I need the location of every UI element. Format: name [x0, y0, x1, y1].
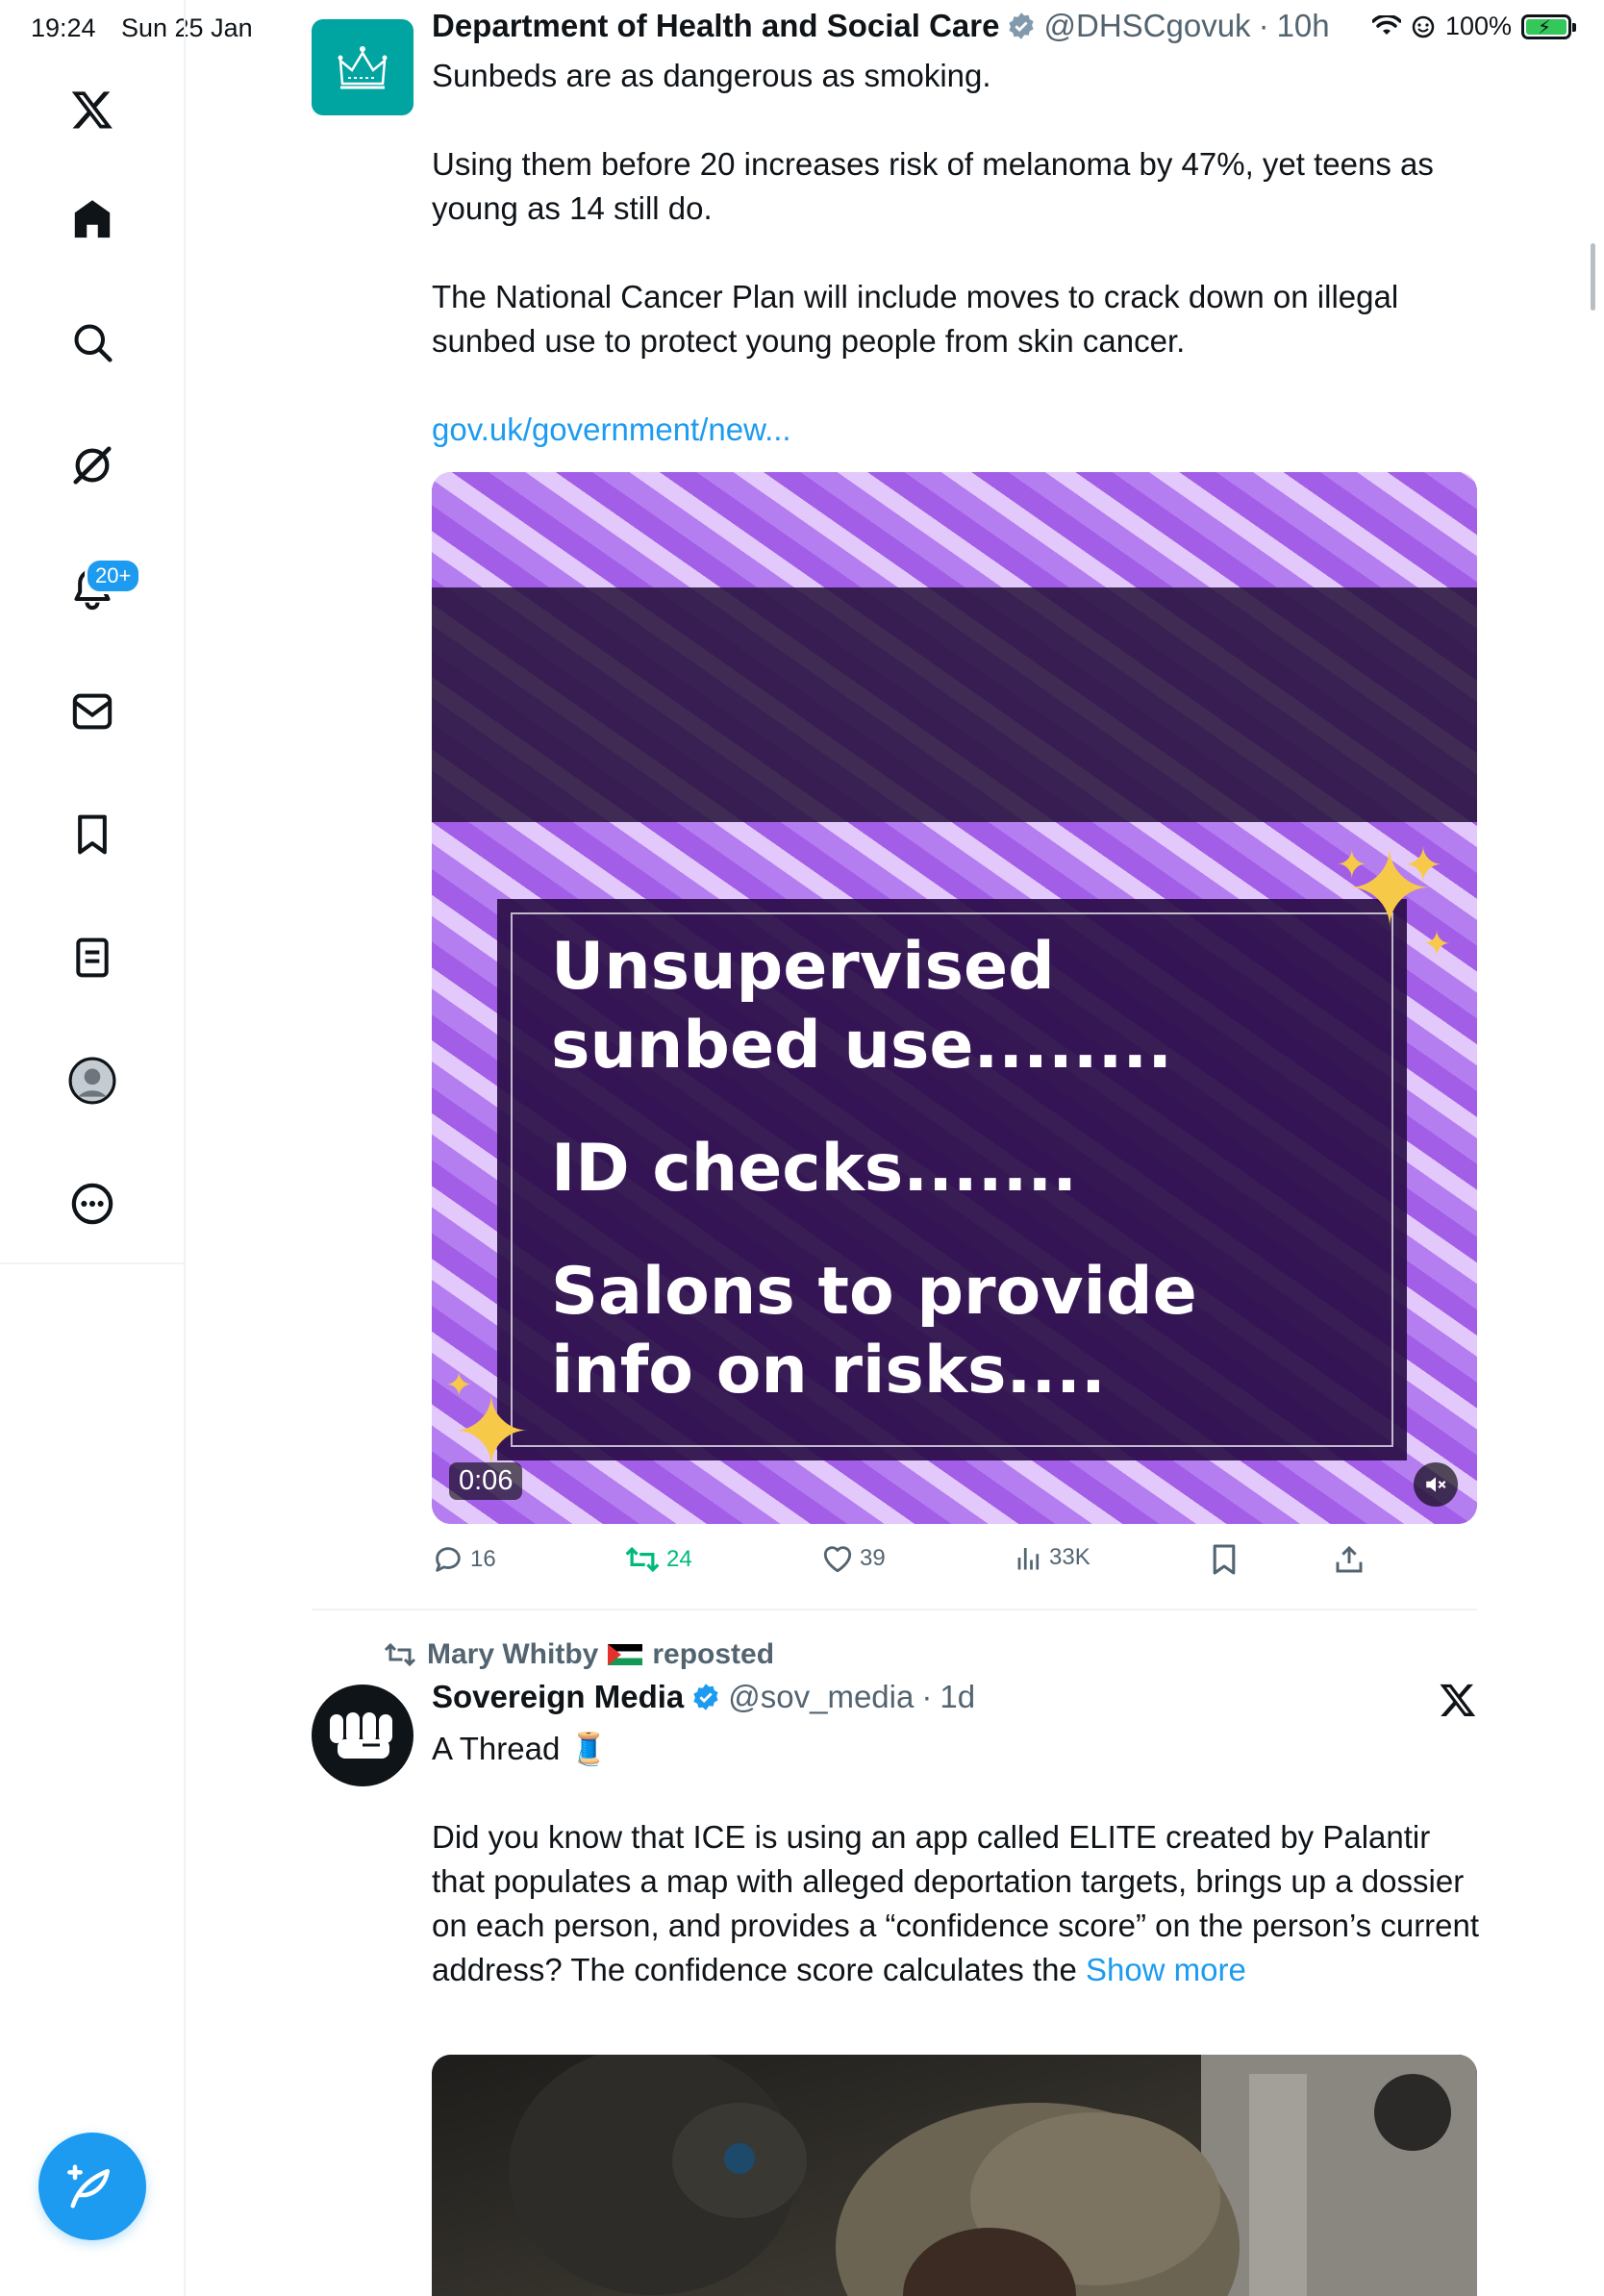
like-count: 39 [860, 1545, 886, 1571]
tweet-text-paragraph: The National Cancer Plan will include mo… [432, 279, 1399, 359]
status-icons: 100% ⚡ [1371, 12, 1576, 41]
tweet-text-paragraph: Did you know that ICE is using an app ca… [432, 1815, 1480, 1992]
crown-logo-icon [338, 46, 388, 89]
verified-badge-icon [693, 1684, 718, 1710]
focus-icon [1412, 15, 1435, 37]
more-icon[interactable] [63, 1175, 121, 1233]
video-caption-line: info on risks.... [551, 1333, 1106, 1409]
share-icon [1336, 1545, 1363, 1573]
profile-icon[interactable] [63, 1052, 121, 1110]
tweet-image[interactable] [432, 2055, 1477, 2296]
sparkle-icon: ✦ [1403, 838, 1443, 892]
bookmark-button[interactable] [1211, 1543, 1238, 1576]
battery-icon: ⚡ [1521, 13, 1576, 39]
muted-speaker-icon [1426, 1477, 1446, 1492]
reply-button[interactable]: 16 [432, 1543, 496, 1576]
palestine-flag-icon [608, 1644, 643, 1665]
tweet-divider [312, 1609, 1477, 1610]
x-logo-icon[interactable] [63, 81, 121, 138]
separator-dot: · [1258, 8, 1269, 43]
heart-icon [823, 1546, 852, 1573]
home-icon[interactable] [63, 190, 121, 248]
timestamp[interactable]: 1d [940, 1679, 975, 1715]
gov-verified-badge-icon [1009, 12, 1035, 39]
notifications-badge: 20+ [85, 558, 142, 594]
tweet-text-line: A Thread 🧵 [432, 1731, 609, 1766]
dhsc-avatar[interactable] [312, 19, 414, 115]
view-count: 33K [1049, 1544, 1090, 1570]
repost-label: reposted [652, 1638, 775, 1670]
reposter-name[interactable]: Mary Whitby [427, 1638, 598, 1671]
sparkle-icon: ✦ [1336, 844, 1368, 886]
grok-x-icon[interactable] [1439, 1681, 1477, 1719]
repost-button[interactable]: 24 [624, 1543, 692, 1576]
show-more-link[interactable]: Show more [1086, 1952, 1246, 1987]
video-caption-line: ID checks....... [551, 1131, 1078, 1207]
messages-icon[interactable] [63, 683, 121, 740]
grok-icon[interactable] [63, 437, 121, 494]
sidebar: 20+ [0, 0, 186, 2296]
charging-bolt-icon: ⚡ [1538, 16, 1552, 38]
bookmark-icon [1213, 1544, 1236, 1575]
like-button[interactable]: 39 [821, 1543, 886, 1574]
sovereign-avatar[interactable] [312, 1685, 414, 1786]
display-name[interactable]: Sovereign Media [432, 1679, 684, 1715]
display-name[interactable]: Department of Health and Social Care [432, 8, 999, 44]
tweet-header: Sovereign Media @sov_media · 1d [432, 1679, 975, 1715]
soldiers-photo [432, 2055, 1477, 2296]
compose-button[interactable] [38, 2133, 146, 2240]
repost-indicator: Mary Whitby reposted [383, 1638, 774, 1671]
tweet-text-line: Sunbeds are as dangerous as smoking. [432, 58, 991, 93]
repost-count: 24 [666, 1546, 692, 1572]
sidebar-divider [0, 1262, 186, 1264]
scrollbar[interactable] [1591, 243, 1595, 311]
handle[interactable]: @DHSCgovuk [1043, 8, 1250, 44]
views-icon [1017, 1548, 1040, 1570]
bookmarks-icon[interactable] [63, 806, 121, 863]
video-caption-line: Salons to provide [551, 1254, 1197, 1330]
video-caption-line: sunbed use........ [551, 1008, 1173, 1084]
tweet-video[interactable]: Unsupervised sunbed use........ ID check… [432, 472, 1477, 1524]
battery-percent: 100% [1444, 12, 1512, 40]
search-icon[interactable] [63, 313, 121, 371]
repost-icon [384, 1642, 416, 1667]
tweet-link[interactable]: gov.uk/government/new... [432, 408, 1480, 452]
reply-count: 16 [470, 1546, 496, 1572]
repost-icon [625, 1546, 660, 1573]
timestamp[interactable]: 10h [1277, 8, 1330, 44]
lists-icon[interactable] [63, 929, 121, 986]
video-band [432, 587, 1477, 822]
wifi-icon [1371, 14, 1401, 35]
separator-dot: · [921, 1679, 933, 1714]
compose-icon [67, 2164, 110, 2209]
fist-logo-icon [330, 1712, 392, 1759]
tweet-text-body: Did you know that ICE is using an app ca… [432, 1819, 1480, 1987]
sparkle-icon: ✦ [445, 1367, 473, 1404]
mute-button[interactable] [1414, 1462, 1458, 1507]
views-button[interactable]: 33K [1015, 1543, 1090, 1572]
sparkle-icon: ✦ [1422, 924, 1452, 963]
reply-icon [436, 1547, 461, 1572]
video-duration: 0:06 [449, 1462, 523, 1500]
handle[interactable]: @sov_media [728, 1679, 914, 1715]
video-caption-line: Unsupervised [551, 929, 1055, 1005]
tweet-header: Department of Health and Social Care @DH… [432, 8, 1330, 44]
tweet-actions: 16 24 39 33K [432, 1543, 1477, 1589]
share-button[interactable] [1334, 1543, 1365, 1576]
tweet-text-paragraph: Using them before 20 increases risk of m… [432, 146, 1434, 226]
